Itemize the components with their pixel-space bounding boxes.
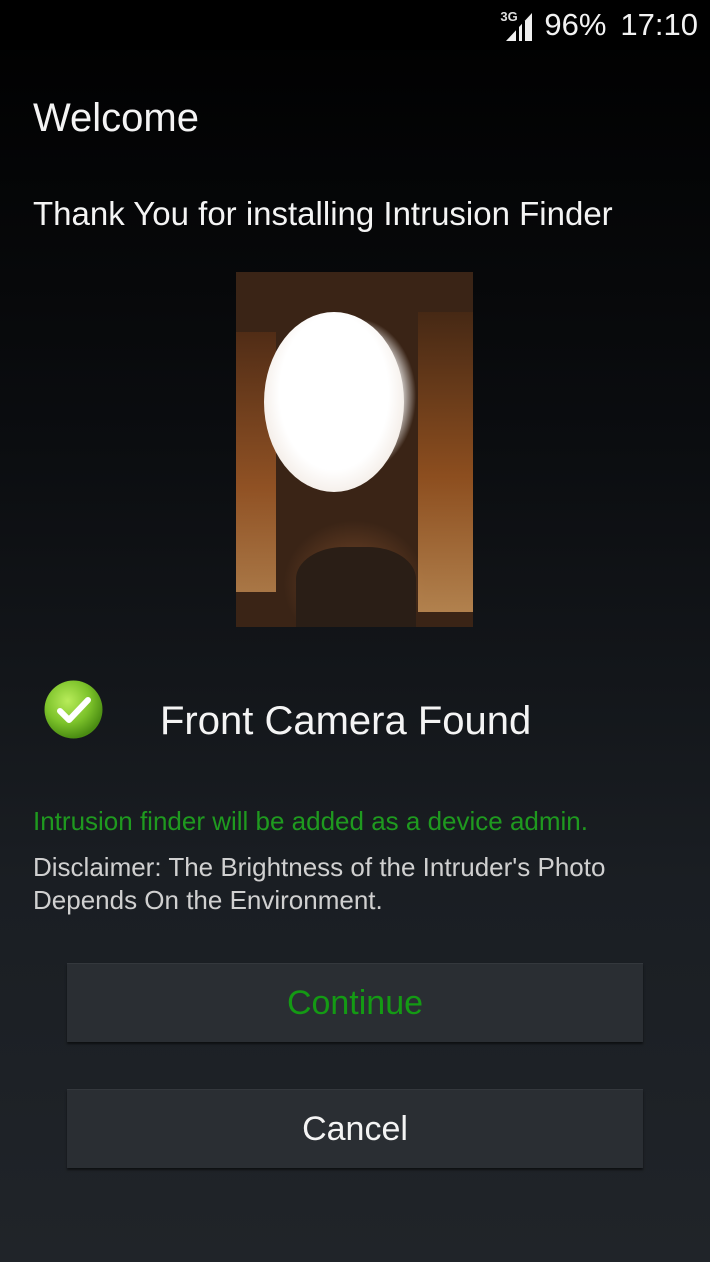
check-circle-icon [44, 680, 103, 739]
thank-you-message: Thank You for installing Intrusion Finde… [33, 195, 613, 232]
sample-photo [236, 272, 473, 627]
status-bar: 3G 96% 17:10 [0, 0, 710, 50]
camera-status: Front Camera Found [160, 699, 532, 743]
blurred-face [264, 312, 404, 492]
disclaimer-text: Disclaimer: The Brightness of the Intrud… [33, 852, 606, 915]
signal-icon: 3G [500, 9, 534, 41]
page-title: Welcome [33, 96, 199, 140]
clock: 17:10 [620, 7, 698, 42]
device-admin-note: Intrusion finder will be added as a devi… [33, 806, 588, 836]
battery-percentage: 96% [544, 7, 607, 42]
status-right: 3G 96% 17:10 [500, 6, 698, 44]
continue-button[interactable]: Continue [67, 963, 643, 1042]
cancel-button[interactable]: Cancel [67, 1089, 643, 1168]
